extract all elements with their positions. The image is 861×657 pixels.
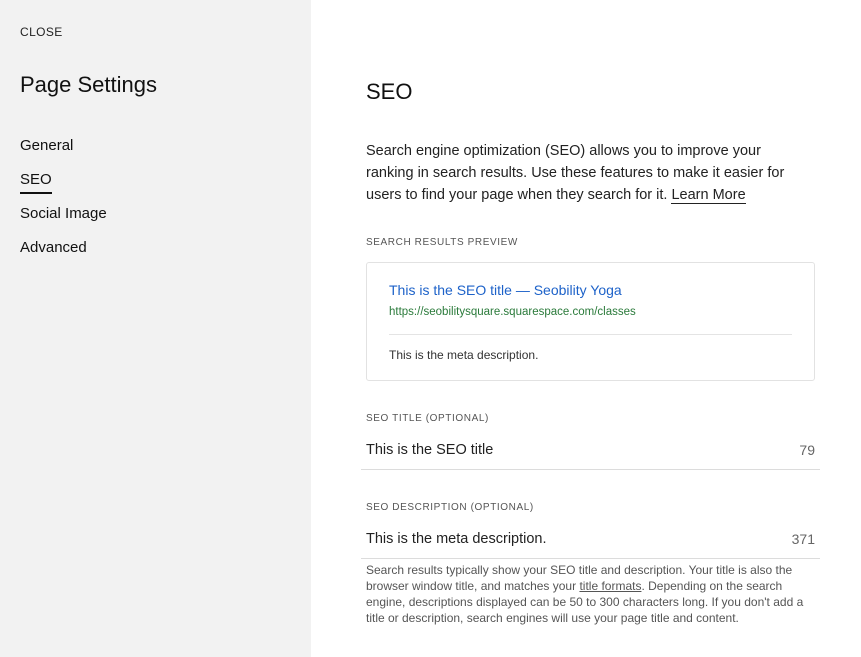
nav-item-label: Social Image (20, 205, 107, 222)
page-settings-app: CLOSE Page Settings General SEO Social I… (0, 0, 861, 657)
seo-panel: SEO Search engine optimization (SEO) all… (311, 0, 861, 657)
preview-title: This is the SEO title — Seobility Yoga (389, 282, 622, 298)
preview-url: https://seobilitysquare.squarespace.com/… (389, 306, 636, 318)
nav-item-social-image[interactable]: Social Image (20, 204, 107, 238)
seo-title-char-count: 79 (799, 442, 815, 458)
nav-item-advanced[interactable]: Advanced (20, 238, 107, 272)
seo-title-label: SEO TITLE (OPTIONAL) (366, 413, 489, 424)
nav-item-label: General (20, 137, 74, 154)
learn-more-link[interactable]: Learn More (671, 187, 746, 204)
seo-title-field: 79 (361, 432, 820, 470)
seo-title-input[interactable] (366, 432, 766, 468)
seo-help-text: Search results typically show your SEO t… (366, 562, 818, 626)
search-results-preview: This is the SEO title — Seobility Yoga h… (366, 262, 815, 381)
seo-description-field: 371 (361, 521, 820, 559)
nav-item-seo[interactable]: SEO (20, 170, 107, 204)
sidebar: CLOSE Page Settings General SEO Social I… (0, 0, 311, 657)
settings-nav: General SEO Social Image Advanced (20, 136, 107, 272)
nav-item-label: SEO (20, 170, 52, 194)
sidebar-title: Page Settings (20, 72, 157, 97)
preview-description: This is the meta description. (389, 348, 539, 362)
seo-description-input[interactable] (366, 521, 766, 557)
seo-intro: Search engine optimization (SEO) allows … (366, 140, 806, 206)
preview-divider (389, 334, 792, 335)
nav-item-general[interactable]: General (20, 136, 107, 170)
close-button[interactable]: CLOSE (20, 25, 63, 39)
preview-section-label: SEARCH RESULTS PREVIEW (366, 237, 518, 248)
title-formats-link[interactable]: title formats (579, 579, 641, 593)
panel-title: SEO (366, 79, 413, 104)
nav-item-label: Advanced (20, 239, 87, 256)
seo-description-char-count: 371 (791, 531, 815, 547)
seo-description-label: SEO DESCRIPTION (OPTIONAL) (366, 502, 534, 513)
